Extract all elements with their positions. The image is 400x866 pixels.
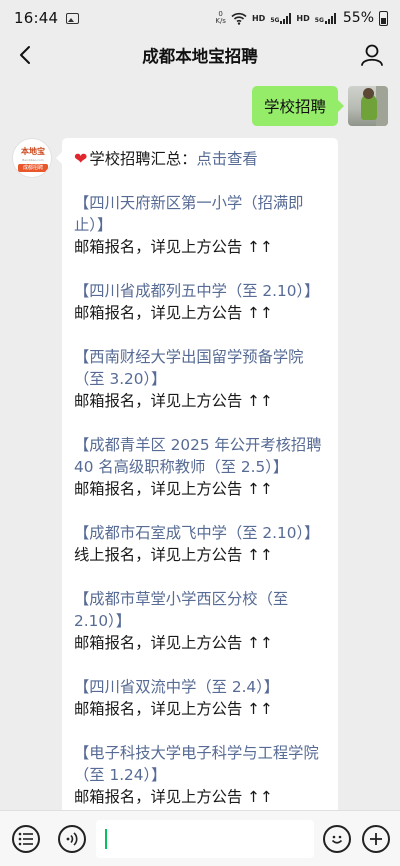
voice-icon bbox=[66, 832, 78, 846]
school-link[interactable]: 【电子科技大学电子科学与工程学院（至 1.24）】 bbox=[74, 742, 326, 786]
chat-area[interactable]: 学校招聘 本地宝 Bendibao.com 成都招聘 ❤ 学校招聘汇总： 点击查… bbox=[0, 74, 400, 810]
person-icon bbox=[361, 44, 383, 66]
account-avatar[interactable]: 本地宝 Bendibao.com 成都招聘 bbox=[12, 138, 52, 178]
net-speed-unit: K/s bbox=[215, 17, 226, 25]
apply-note: 邮箱报名，详见上方公告 ↑↑ bbox=[74, 480, 273, 498]
list-item: 【四川省成都列五中学（至 2.10）】 邮箱报名，详见上方公告 ↑↑ bbox=[74, 280, 326, 324]
list-item: 【成都青羊区 2025 年公开考核招聘 40 名高级职称教师（至 2.5）】 邮… bbox=[74, 434, 326, 500]
school-link[interactable]: 【四川省双流中学（至 2.4）】 bbox=[74, 676, 326, 698]
incoming-message-bubble: ❤ 学校招聘汇总： 点击查看 【四川天府新区第一小学（招满即止）】 邮箱报名，详… bbox=[56, 138, 338, 810]
chat-title: 成都本地宝招聘 bbox=[142, 47, 258, 66]
list-item: 【西南财经大学出国留学预备学院（至 3.20）】 邮箱报名，详见上方公告 ↑↑ bbox=[74, 346, 326, 412]
school-link[interactable]: 【成都青羊区 2025 年公开考核招聘 40 名高级职称教师（至 2.5）】 bbox=[74, 434, 326, 478]
more-button[interactable] bbox=[362, 825, 390, 853]
user-avatar[interactable] bbox=[348, 86, 388, 126]
avatar-brand: 本地宝 bbox=[21, 147, 45, 156]
headline-text: 学校招聘汇总： bbox=[89, 150, 197, 168]
signal-1-tag: 5G bbox=[270, 16, 280, 24]
chevron-left-icon bbox=[20, 46, 30, 64]
menu-button[interactable] bbox=[12, 825, 40, 853]
input-bar bbox=[0, 810, 400, 866]
school-link[interactable]: 【西南财经大学出国留学预备学院（至 3.20）】 bbox=[74, 346, 326, 390]
outgoing-message-bubble[interactable]: 学校招聘 bbox=[251, 86, 345, 126]
incoming-message-row: 本地宝 Bendibao.com 成都招聘 ❤ 学校招聘汇总： 点击查看 【四川… bbox=[12, 138, 338, 810]
chat-header: 成都本地宝招聘 bbox=[0, 36, 400, 74]
voice-button[interactable] bbox=[58, 825, 86, 853]
status-time: 16:44 bbox=[14, 9, 59, 27]
net-speed: 0 K/s bbox=[215, 11, 226, 25]
heart-icon: ❤ bbox=[74, 149, 88, 168]
signal-2-tag: 5G bbox=[314, 16, 324, 24]
avatar-domain: Bendibao.com bbox=[22, 158, 44, 162]
signal-2: 5G bbox=[314, 12, 336, 24]
status-indicators: 0 K/s HD 5G HD 5G 55% bbox=[215, 10, 388, 26]
apply-note: 邮箱报名，详见上方公告 ↑↑ bbox=[74, 634, 273, 652]
signal-bars-icon bbox=[324, 12, 336, 24]
network-tag: HD bbox=[251, 13, 266, 23]
profile-button[interactable] bbox=[358, 41, 386, 69]
back-button[interactable] bbox=[12, 42, 38, 68]
list-menu-icon bbox=[18, 832, 33, 846]
text-cursor bbox=[105, 829, 107, 849]
apply-note: 线上报名，详见上方公告 ↑↑ bbox=[74, 546, 273, 564]
plus-icon bbox=[370, 833, 382, 845]
battery-percent: 55% bbox=[342, 10, 374, 26]
status-bar: 16:44 0 K/s HD 5G HD 5G 55% bbox=[0, 0, 400, 36]
message-headline: ❤ 学校招聘汇总： 点击查看 bbox=[74, 148, 326, 170]
list-item: 【成都市石室成飞中学（至 2.10）】 线上报名，详见上方公告 ↑↑ bbox=[74, 522, 326, 566]
signal-1: 5G bbox=[270, 12, 292, 24]
school-link[interactable]: 【四川省成都列五中学（至 2.10）】 bbox=[74, 280, 326, 302]
apply-note: 邮箱报名，详见上方公告 ↑↑ bbox=[74, 788, 273, 806]
emoji-button[interactable] bbox=[323, 825, 351, 853]
gallery-notification-icon bbox=[66, 12, 80, 24]
battery-icon bbox=[379, 10, 388, 26]
apply-note: 邮箱报名，详见上方公告 ↑↑ bbox=[74, 304, 273, 322]
list-item: 【四川天府新区第一小学（招满即止）】 邮箱报名，详见上方公告 ↑↑ bbox=[74, 192, 326, 258]
list-item: 【成都市草堂小学西区分校（至 2.10）】 邮箱报名，详见上方公告 ↑↑ bbox=[74, 588, 326, 654]
network-tag: HD bbox=[296, 13, 310, 23]
view-link[interactable]: 点击查看 bbox=[197, 148, 258, 170]
signal-bars-icon bbox=[280, 12, 292, 24]
avatar-band: 成都招聘 bbox=[18, 164, 48, 172]
outgoing-message-text: 学校招聘 bbox=[263, 98, 326, 116]
apply-note: 邮箱报名，详见上方公告 ↑↑ bbox=[74, 238, 273, 256]
wifi-icon bbox=[231, 12, 247, 25]
apply-note: 邮箱报名，详见上方公告 ↑↑ bbox=[74, 392, 273, 410]
outgoing-message-row: 学校招聘 bbox=[251, 86, 388, 126]
list-item: 【四川省双流中学（至 2.4）】 邮箱报名，详见上方公告 ↑↑ bbox=[74, 676, 326, 720]
school-link[interactable]: 【成都市石室成飞中学（至 2.10）】 bbox=[74, 522, 326, 544]
apply-note: 邮箱报名，详见上方公告 ↑↑ bbox=[74, 700, 273, 718]
list-item: 【电子科技大学电子科学与工程学院（至 1.24）】 邮箱报名，详见上方公告 ↑↑ bbox=[74, 742, 326, 808]
message-input[interactable] bbox=[96, 820, 314, 858]
emoji-icon bbox=[331, 835, 343, 844]
school-link[interactable]: 【四川天府新区第一小学（招满即止）】 bbox=[74, 192, 326, 236]
school-link[interactable]: 【成都市草堂小学西区分校（至 2.10）】 bbox=[74, 588, 326, 632]
